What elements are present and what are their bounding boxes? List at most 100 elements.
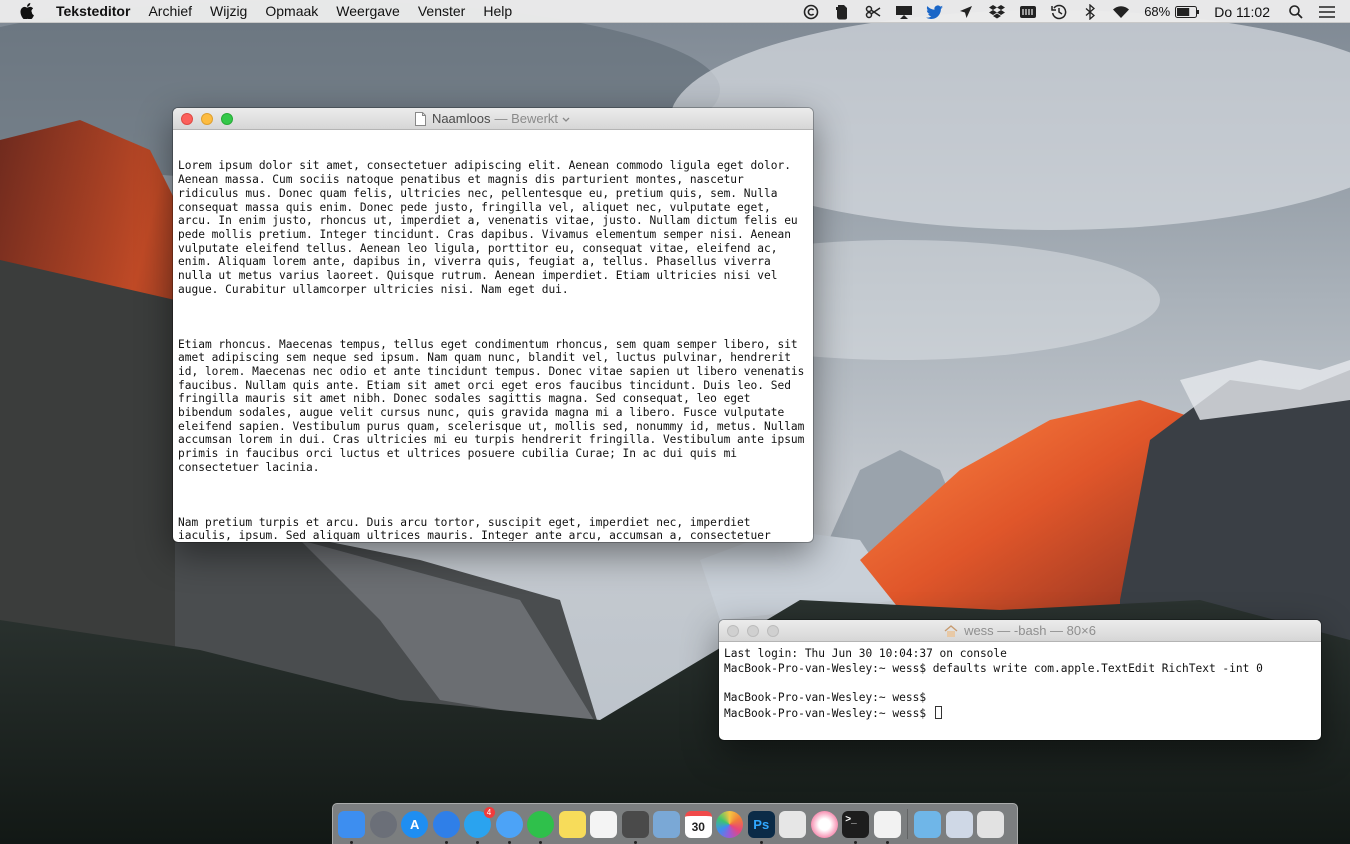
- apple-menu-icon[interactable]: [20, 3, 40, 19]
- location-arrow-icon[interactable]: [954, 0, 977, 23]
- preview-icon[interactable]: [651, 809, 683, 840]
- terminal-icon[interactable]: >_: [840, 809, 872, 844]
- notification-center-icon[interactable]: [1315, 0, 1338, 23]
- chevron-down-icon: [562, 117, 570, 122]
- preview-icon-glyph: [653, 810, 681, 838]
- safari-icon-glyph: [432, 810, 460, 838]
- minimize-button[interactable]: [747, 625, 759, 637]
- paragraph: Etiam rhoncus. Maecenas tempus, tellus e…: [178, 337, 812, 474]
- downloads-folder-icon-glyph: [914, 810, 942, 838]
- terminal-title-text: wess — -bash — 80×6: [964, 623, 1096, 638]
- notes-icon[interactable]: [557, 809, 589, 840]
- terminal-line: MacBook-Pro-van-Wesley:~ wess$: [724, 691, 927, 705]
- menu-weergave[interactable]: Weergave: [336, 3, 400, 19]
- dropbox-icon[interactable]: [985, 0, 1008, 23]
- twitter-icon[interactable]: [923, 0, 946, 23]
- running-indicator: [854, 840, 857, 844]
- running-indicator: [507, 840, 511, 844]
- evernote-icon[interactable]: [830, 0, 853, 23]
- menubar-clock[interactable]: Do 11:02: [1214, 4, 1270, 20]
- launchpad-icon[interactable]: [368, 809, 400, 840]
- messages-icon[interactable]: [494, 809, 526, 844]
- close-button[interactable]: [181, 113, 193, 125]
- textedit-titlebar[interactable]: Naamloos — Bewerkt: [173, 108, 813, 130]
- photoshop-icon[interactable]: Ps: [746, 809, 778, 844]
- terminal-line: Last login: Thu Jun 30 10:04:37 on conso…: [724, 647, 1007, 660]
- document-edited-status: — Bewerkt: [494, 111, 559, 126]
- terminal-output[interactable]: Last login: Thu Jun 30 10:04:37 on conso…: [719, 642, 1321, 722]
- calendar-icon[interactable]: 30: [683, 809, 715, 840]
- terminal-icon-glyph: >_: [842, 810, 870, 838]
- menu-opmaak[interactable]: Opmaak: [265, 3, 318, 19]
- launchpad-icon-glyph: [369, 810, 397, 838]
- reminders-icon[interactable]: [588, 809, 620, 840]
- document-icon: [414, 111, 426, 126]
- app-store-icon-glyph: A: [401, 810, 429, 838]
- itunes-icon[interactable]: [809, 809, 841, 840]
- safari-icon[interactable]: [431, 809, 463, 844]
- photoshop-icon-glyph: Ps: [747, 810, 775, 838]
- textedit-icon-glyph: [873, 810, 901, 838]
- trash-icon[interactable]: [975, 809, 1007, 840]
- app-menu[interactable]: Teksteditor: [56, 3, 130, 19]
- window-controls: [727, 625, 787, 637]
- menu-wijzig[interactable]: Wijzig: [210, 3, 247, 19]
- messages-icon-glyph: [495, 810, 523, 838]
- running-indicator: [759, 840, 763, 844]
- status-area: 68% Do 11:02: [791, 0, 1350, 23]
- downloads-folder-icon[interactable]: [912, 809, 944, 840]
- running-indicator: [350, 840, 353, 844]
- menu-archief[interactable]: Archief: [148, 3, 192, 19]
- trash-icon-glyph: [977, 810, 1005, 838]
- airplay-display-icon[interactable]: [892, 0, 915, 23]
- terminal-line: MacBook-Pro-van-Wesley:~ wess$: [724, 707, 933, 721]
- spotlight-search-icon[interactable]: [1284, 0, 1307, 23]
- window-controls: [181, 113, 241, 125]
- memory-chip-icon[interactable]: [1016, 0, 1039, 23]
- photos-icon-glyph: [716, 810, 744, 838]
- battery-icon: [1175, 5, 1200, 18]
- text-cursor: [934, 706, 942, 720]
- recent-apps-stack-icon-glyph: [945, 810, 973, 838]
- document-title[interactable]: Naamloos — Bewerkt: [414, 111, 571, 126]
- battery-percentage: 68%: [1144, 4, 1171, 19]
- zoom-button[interactable]: [767, 625, 779, 637]
- photos-icon[interactable]: [714, 809, 746, 840]
- calendar-icon-glyph: 30: [684, 810, 712, 838]
- document-text-area[interactable]: Lorem ipsum dolor sit amet, consectetuer…: [173, 130, 813, 541]
- zoom-button[interactable]: [221, 113, 233, 125]
- whatsapp-icon-glyph: [527, 810, 555, 838]
- keynote-icon-glyph: [779, 810, 807, 838]
- app-store-icon[interactable]: A: [399, 809, 431, 840]
- copyright-app-icon[interactable]: [799, 0, 822, 23]
- keynote-icon[interactable]: [777, 809, 809, 840]
- reminders-icon-glyph: [590, 810, 618, 838]
- terminal-titlebar[interactable]: wess — -bash — 80×6: [719, 620, 1321, 642]
- battery-indicator[interactable]: 68%: [1144, 4, 1200, 19]
- whatsapp-icon[interactable]: [525, 809, 557, 844]
- evernote-dock-icon-glyph: [621, 810, 649, 838]
- close-button[interactable]: [727, 625, 739, 637]
- menu-venster[interactable]: Venster: [418, 3, 465, 19]
- document-name: Naamloos: [431, 111, 491, 126]
- menu-bar: Teksteditor Archief Wijzig Opmaak Weerga…: [0, 0, 1350, 23]
- twitter-dock-icon[interactable]: 4: [462, 806, 495, 844]
- time-machine-icon[interactable]: [1047, 0, 1070, 23]
- running-indicator: [444, 840, 448, 844]
- minimize-button[interactable]: [201, 113, 213, 125]
- scissors-icon[interactable]: [861, 0, 884, 23]
- bluetooth-icon[interactable]: [1078, 0, 1101, 23]
- finder-icon-glyph: [338, 810, 366, 838]
- finder-icon[interactable]: [336, 809, 368, 844]
- terminal-line: MacBook-Pro-van-Wesley:~ wess$ defaults …: [724, 661, 1263, 675]
- recent-apps-stack-icon[interactable]: [944, 809, 976, 840]
- wifi-icon[interactable]: [1109, 0, 1132, 23]
- textedit-icon[interactable]: [872, 809, 904, 844]
- evernote-dock-icon[interactable]: [620, 809, 652, 844]
- terminal-window: wess — -bash — 80×6 Last login: Thu Jun …: [719, 620, 1321, 740]
- paragraph: Nam pretium turpis et arcu. Duis arcu to…: [178, 515, 771, 541]
- running-indicator: [885, 840, 889, 844]
- running-indicator: [476, 840, 479, 844]
- menu-help[interactable]: Help: [483, 3, 512, 19]
